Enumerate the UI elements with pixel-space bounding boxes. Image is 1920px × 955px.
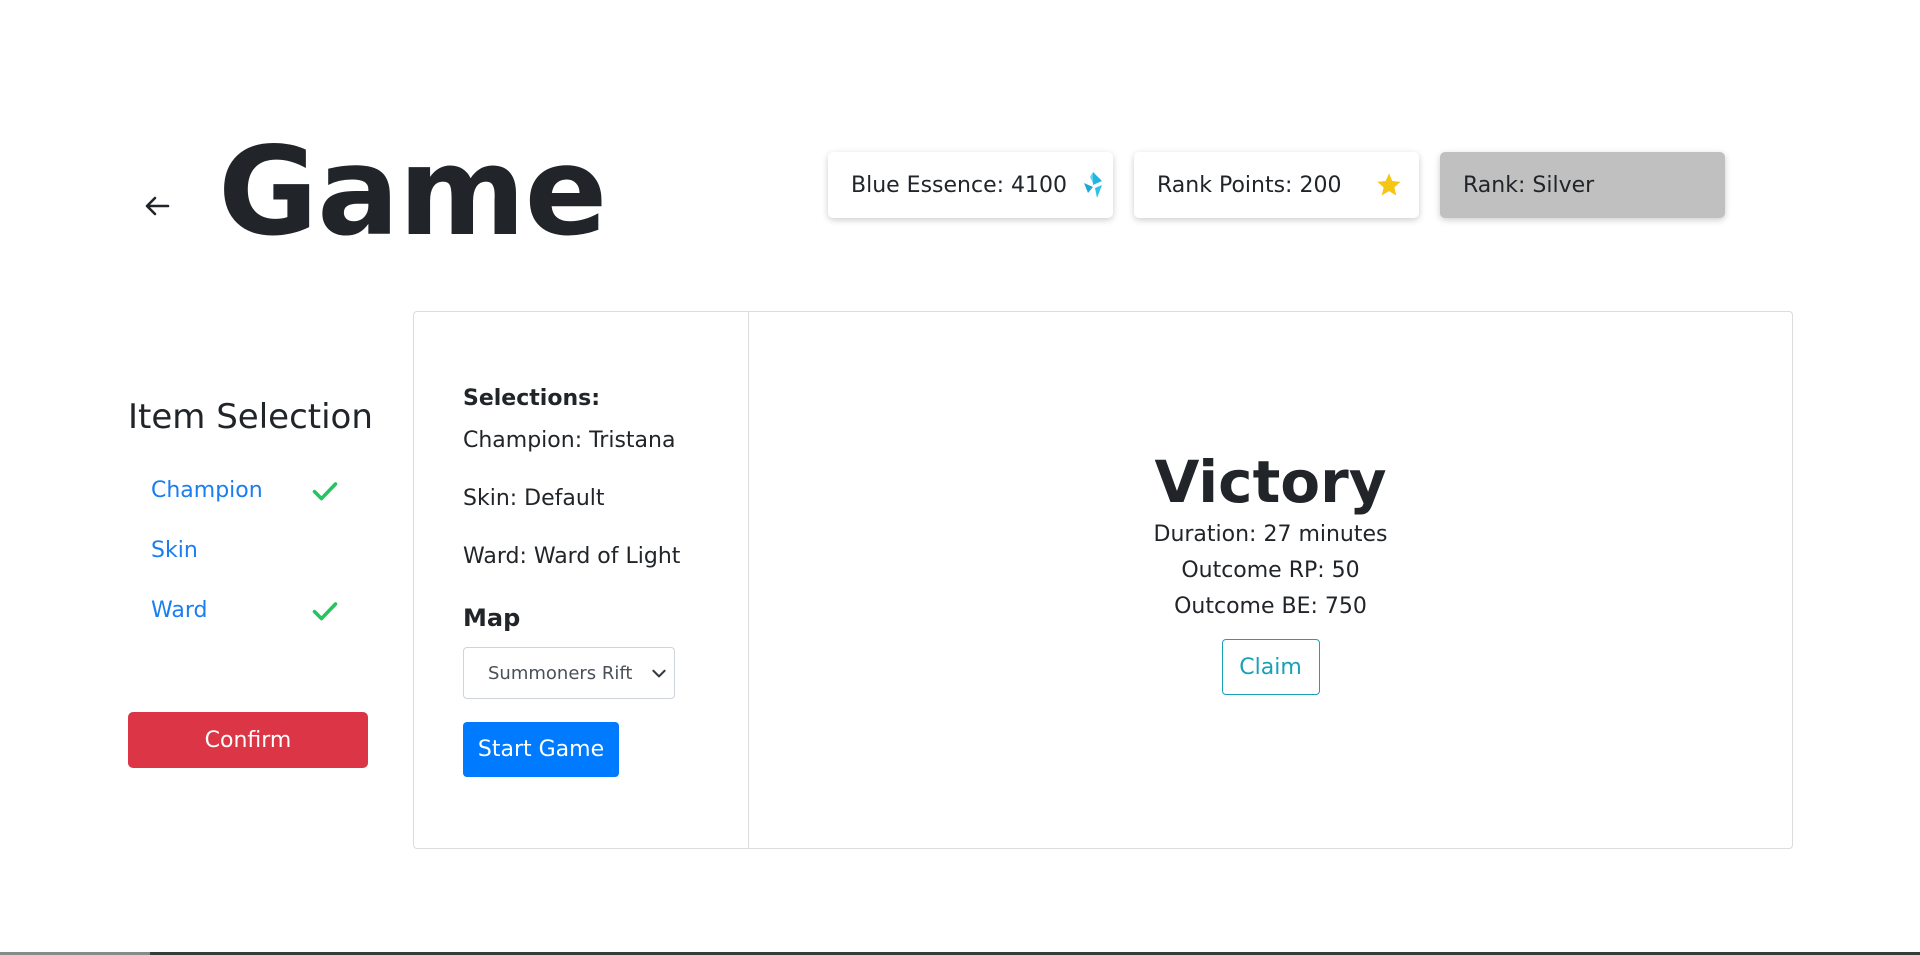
- sidebar-item-champion[interactable]: Champion: [151, 476, 263, 506]
- rank-text: Rank: Silver: [1463, 172, 1595, 198]
- star-icon: [1375, 171, 1403, 199]
- rank-points-text: Rank Points: 200: [1157, 172, 1342, 198]
- chevron-down-icon: [652, 669, 666, 678]
- start-game-button[interactable]: Start Game: [463, 722, 619, 777]
- item-selection-title: Item Selection: [128, 397, 373, 437]
- rank-points-card: Rank Points: 200: [1134, 152, 1419, 218]
- back-button[interactable]: [137, 186, 177, 226]
- selections-heading: Selections:: [463, 386, 600, 411]
- game-panel: Selections: Champion: Tristana Skin: Def…: [413, 311, 1793, 849]
- blue-essence-card: Blue Essence: 4100: [828, 152, 1113, 218]
- result-section: Victory Duration: 27 minutes Outcome RP:…: [749, 447, 1792, 695]
- map-label: Map: [463, 604, 521, 632]
- outcome-be-text: Outcome BE: 750: [1174, 594, 1367, 619]
- confirm-button[interactable]: Confirm: [128, 712, 368, 768]
- selected-champion: Champion: Tristana: [463, 428, 676, 453]
- blue-essence-icon: [1081, 171, 1105, 199]
- result-title: Victory: [1154, 448, 1387, 516]
- duration-text: Duration: 27 minutes: [1153, 522, 1388, 547]
- map-select-value: Summoners Rift: [488, 662, 633, 684]
- arrow-left-icon: [145, 196, 170, 216]
- sidebar-item-skin[interactable]: Skin: [151, 536, 198, 566]
- blue-essence-text: Blue Essence: 4100: [851, 172, 1068, 198]
- claim-button[interactable]: Claim: [1221, 639, 1320, 695]
- selected-skin: Skin: Default: [463, 486, 605, 511]
- check-icon: [312, 602, 338, 621]
- check-icon: [312, 482, 338, 501]
- sidebar-item-ward[interactable]: Ward: [151, 596, 207, 626]
- rank-card: Rank: Silver: [1440, 152, 1725, 218]
- selected-ward: Ward: Ward of Light: [463, 544, 681, 569]
- page-title: Game: [218, 121, 607, 263]
- map-select[interactable]: Summoners Rift: [463, 647, 675, 699]
- outcome-rp-text: Outcome RP: 50: [1181, 558, 1360, 583]
